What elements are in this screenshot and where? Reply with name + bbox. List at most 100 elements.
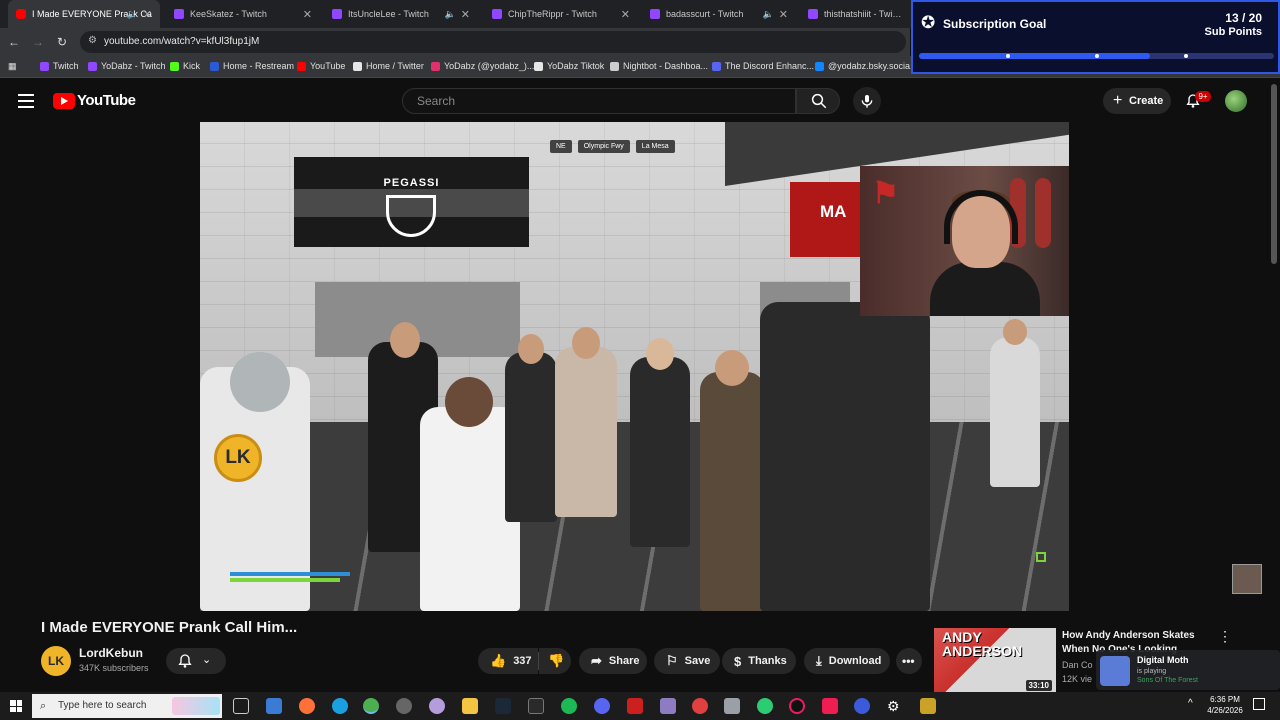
bookmark-kick[interactable]: Kick	[170, 61, 200, 71]
tiktok-icon[interactable]	[822, 698, 838, 714]
video-player[interactable]: PEGASSI MA NE Olympic Fwy La Mesa ⚑ LK	[200, 122, 1069, 611]
super-thanks-icon: $	[734, 653, 742, 669]
banner-text: PEGASSI	[383, 177, 440, 189]
app-icon[interactable]	[692, 698, 708, 714]
windows-start-icon[interactable]	[10, 700, 22, 712]
voice-search-button[interactable]	[853, 87, 881, 115]
more-actions-button[interactable]: •••	[896, 648, 922, 674]
close-tab-icon[interactable]: ✕	[621, 8, 630, 21]
speaker-icon[interactable]: 🔈	[763, 9, 774, 20]
settings-gear-icon[interactable]: ⚙	[887, 698, 903, 714]
download-button[interactable]: ⤓ Download	[804, 648, 890, 674]
epic-games-icon[interactable]	[528, 698, 544, 714]
app-icon[interactable]	[789, 698, 805, 714]
recommended-channel[interactable]: Dan Co	[1062, 660, 1093, 670]
like-button[interactable]: 👍 337	[478, 648, 538, 674]
close-tab-icon[interactable]: ✕	[779, 8, 788, 21]
task-view-icon[interactable]	[233, 698, 249, 714]
pegassi-banner: PEGASSI	[294, 157, 529, 247]
bookmark-bluesky[interactable]: @yodabz.bsky.socia...	[815, 61, 918, 71]
taskbar-search-input[interactable]: ⌕ Type here to search	[32, 694, 222, 718]
tab-thisthatshiiit[interactable]: thisthatshiiit - Twitch	[800, 0, 910, 28]
character-figure	[505, 352, 557, 522]
bookmark-tiktok[interactable]: YoDabz Tiktok	[534, 61, 604, 71]
obs-icon[interactable]	[396, 698, 412, 714]
app-icon[interactable]	[854, 698, 870, 714]
tab-keeskatez[interactable]: KeeSkatez - Twitch ✕	[166, 0, 320, 28]
tab-label: thisthatshiiit - Twitch	[824, 9, 902, 19]
tab-youtube-video[interactable]: I Made EVERYONE Prank Ca 🔈 ✕	[8, 0, 160, 28]
tray-chevron-up-icon[interactable]: ^	[1188, 698, 1193, 709]
toast-game: Sons Of The Forest	[1137, 677, 1198, 684]
recommended-thumbnail[interactable]: ANDY ANDERSON 33:10	[934, 628, 1056, 694]
page-scrollbar[interactable]	[1271, 84, 1277, 264]
edge-icon[interactable]	[332, 698, 348, 714]
search-button[interactable]	[796, 88, 840, 114]
video-title: I Made EVERYONE Prank Call Him...	[41, 619, 298, 636]
firefox-icon[interactable]	[299, 698, 315, 714]
youtube-logo-icon[interactable]	[53, 93, 75, 109]
channel-avatar[interactable]: LK	[41, 646, 71, 676]
speaker-icon[interactable]: 🔈	[445, 9, 456, 20]
file-explorer-icon[interactable]	[462, 698, 478, 714]
bell-icon	[178, 654, 192, 668]
subscription-notifications-button[interactable]: ⌄	[166, 648, 226, 674]
reload-icon[interactable]: ↻	[54, 34, 70, 50]
channel-name[interactable]: LordKebun	[79, 646, 143, 660]
bookmark-nightbot[interactable]: Nightbot - Dashboa...	[610, 61, 708, 71]
app-icon[interactable]	[627, 698, 643, 714]
floating-avatar[interactable]	[1232, 564, 1262, 594]
bookmark-twitter[interactable]: Home / Twitter	[353, 61, 424, 71]
clock-time[interactable]: 6:36 PM	[1205, 695, 1245, 704]
search-input[interactable]: Search	[402, 88, 796, 114]
character-figure	[990, 337, 1040, 487]
tab-itsunclelee[interactable]: ItsUncleLee - Twitch 🔈 ✕	[324, 0, 478, 28]
youtube-logo-text[interactable]: YouTube	[77, 92, 136, 109]
app-icon[interactable]	[920, 698, 936, 714]
more-vertical-icon[interactable]: ⋮	[1218, 628, 1232, 645]
speaker-icon[interactable]: 🔈	[127, 9, 138, 20]
save-button[interactable]: ⚐ Save	[654, 648, 720, 674]
create-button[interactable]: + Create	[1103, 88, 1171, 114]
bookmark-youtube[interactable]: YouTube	[297, 61, 345, 71]
clock-date[interactable]: 4/26/2026	[1202, 706, 1248, 715]
spotify-icon[interactable]	[561, 698, 577, 714]
bookmark-yodabz-twitch[interactable]: YoDabz - Twitch	[88, 61, 166, 71]
goal-milestone-dot	[1184, 54, 1188, 58]
bookmark-icon: ⚐	[666, 653, 678, 668]
hamburger-menu-icon[interactable]	[18, 94, 34, 108]
apps-grid-icon[interactable]: ▦	[8, 61, 17, 72]
copilot-icon[interactable]	[266, 698, 282, 714]
close-tab-icon[interactable]: ✕	[143, 8, 152, 21]
app-icon[interactable]	[429, 698, 445, 714]
tab-chiptherippr[interactable]: ChipTheRippr - Twitch ✕	[484, 0, 638, 28]
toast-avatar	[1100, 656, 1130, 686]
url-field[interactable]: ⚙ youtube.com/watch?v=kfUl3fup1jM	[80, 31, 906, 53]
bookmark-twitch[interactable]: Twitch	[40, 61, 79, 71]
bookmark-instagram[interactable]: YoDabz (@yodabz_)...	[431, 61, 534, 71]
twitch-icon	[174, 9, 184, 19]
goal-count: 13 / 20	[1225, 11, 1262, 25]
site-info-icon[interactable]: ⚙	[88, 35, 97, 46]
hud-area: La Mesa	[635, 140, 675, 153]
dislike-button[interactable]: 👎	[539, 648, 571, 674]
app-icon[interactable]	[724, 698, 740, 714]
back-arrow-icon[interactable]: ←	[6, 34, 22, 50]
app-icon[interactable]	[757, 698, 773, 714]
forward-arrow-icon[interactable]: →	[30, 34, 46, 50]
thanks-button[interactable]: $ Thanks	[722, 648, 796, 674]
search-highlight-image	[172, 697, 220, 715]
bookmark-restream[interactable]: Home - Restream	[210, 61, 294, 71]
steam-icon[interactable]	[495, 698, 511, 714]
bookmark-discord-enhancement[interactable]: The Discord Enhanc...	[712, 61, 814, 71]
close-tab-icon[interactable]: ✕	[461, 8, 470, 21]
discord-icon[interactable]	[594, 698, 610, 714]
close-tab-icon[interactable]: ✕	[303, 8, 312, 21]
chrome-icon[interactable]	[363, 698, 379, 714]
feather-app-icon[interactable]	[660, 698, 676, 714]
tab-badasscurt[interactable]: badasscurt - Twitch 🔈 ✕	[642, 0, 796, 28]
account-avatar[interactable]	[1225, 90, 1247, 112]
character-head	[230, 352, 290, 412]
notification-center-icon[interactable]	[1253, 698, 1265, 710]
share-button[interactable]: ➦ Share	[579, 648, 647, 674]
